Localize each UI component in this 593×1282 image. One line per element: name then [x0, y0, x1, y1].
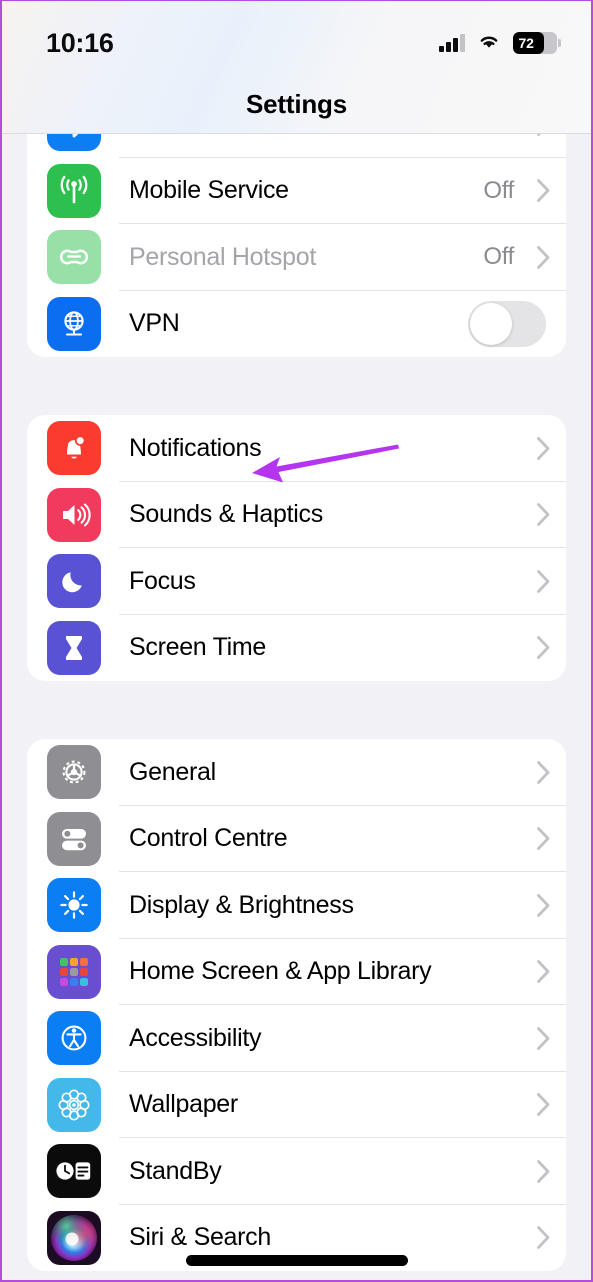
chevron-right-icon [526, 635, 560, 660]
settings-row-label: Screen Time [129, 633, 267, 662]
settings-row-label: Home Screen & App Library [129, 957, 432, 986]
settings-group-notifications: Notifications Sounds & Haptics Focus Scr… [27, 415, 566, 681]
general-gear-icon [47, 745, 101, 800]
settings-row-display-brightness[interactable]: Display & Brightness [27, 872, 566, 939]
home-screen-grid-icon [47, 944, 101, 999]
chevron-right-icon [526, 959, 560, 984]
settings-row-home-screen-app-library[interactable]: Home Screen & App Library [27, 939, 566, 1005]
chevron-right-icon [526, 760, 560, 785]
settings-row-standby[interactable]: StandBy [27, 1138, 566, 1205]
settings-group-connectivity: Bluetooth Not Connected [27, 134, 566, 357]
settings-row-label: VPN [129, 309, 180, 338]
settings-row-control-centre[interactable]: Control Centre [27, 806, 566, 872]
status-bar: 10:16 72 [2, 23, 591, 63]
settings-row-label: Sounds & Haptics [129, 500, 323, 529]
settings-row-general[interactable]: General [27, 739, 566, 806]
cellular-bars-icon [439, 34, 465, 52]
page-title: Settings [246, 89, 347, 119]
screen-time-hourglass-icon [47, 620, 101, 675]
settings-row-label: Control Centre [129, 824, 288, 853]
chevron-right-icon [526, 1092, 560, 1117]
vpn-toggle[interactable] [468, 300, 546, 347]
settings-row-label: Mobile Service [129, 176, 289, 205]
chevron-right-icon [526, 245, 560, 270]
chevron-right-icon [526, 436, 560, 461]
status-bar-clock: 10:16 [46, 27, 114, 58]
settings-row-label: Personal Hotspot [129, 242, 316, 271]
cellular-antenna-icon [47, 163, 101, 218]
status-bar-indicators: 72 [439, 32, 561, 55]
settings-row-screen-time[interactable]: Screen Time [27, 615, 566, 682]
wifi-icon [477, 32, 501, 55]
settings-row-sounds-haptics[interactable]: Sounds & Haptics [27, 482, 566, 548]
hotspot-link-icon [47, 230, 101, 285]
settings-row-detail: Off [483, 176, 514, 204]
chevron-right-icon [526, 826, 560, 851]
settings-row-notifications[interactable]: Notifications [27, 415, 566, 482]
chevron-right-icon [526, 1026, 560, 1051]
battery-percent-label: 72 [518, 35, 534, 51]
settings-row-label: Accessibility [129, 1023, 262, 1052]
chevron-right-icon [526, 134, 560, 137]
settings-row-label: StandBy [129, 1156, 222, 1185]
chevron-right-icon [526, 569, 560, 594]
chevron-right-icon [526, 1225, 560, 1250]
settings-row-wallpaper[interactable]: Wallpaper [27, 1072, 566, 1138]
chevron-right-icon [526, 178, 560, 203]
phone-screenshot-frame: 10:16 72 Settings Mobile Service Off Per… [0, 0, 593, 1282]
notifications-bell-icon [47, 421, 101, 476]
settings-list[interactable]: Bluetooth Not Connected [2, 134, 591, 1280]
battery-icon: 72 [512, 32, 561, 54]
settings-row-detail: Off [483, 243, 514, 271]
settings-group-system: General Control Centre Display & Brightn… [27, 739, 566, 1271]
settings-row-mobile-service[interactable]: Mobile Service Off [27, 158, 566, 224]
settings-row-label: Notifications [129, 433, 262, 462]
chevron-right-icon [526, 502, 560, 527]
settings-row-focus[interactable]: Focus [27, 548, 566, 615]
chevron-right-icon [526, 1159, 560, 1184]
settings-row-accessibility[interactable]: Accessibility [27, 1005, 566, 1072]
chevron-right-icon [526, 893, 560, 918]
sounds-speaker-icon [47, 487, 101, 542]
standby-clock-widget-icon [47, 1144, 101, 1199]
settings-row-label: Focus [129, 566, 196, 595]
focus-moon-icon [47, 554, 101, 609]
home-indicator[interactable] [185, 1255, 408, 1266]
navigation-header: 10:16 72 Settings [2, 1, 591, 134]
settings-row-label: Siri & Search [129, 1223, 271, 1252]
settings-row-detail: Not Connected [358, 134, 515, 138]
settings-row-label: Bluetooth [129, 134, 358, 139]
settings-row-personal-hotspot[interactable]: Personal Hotspot Off [27, 224, 566, 291]
control-centre-toggles-icon [47, 811, 101, 866]
settings-row-vpn[interactable]: VPN [27, 291, 566, 358]
settings-row-label: Wallpaper [129, 1090, 238, 1119]
settings-row-label: General [129, 757, 216, 786]
display-brightness-sun-icon [47, 878, 101, 933]
vpn-globe-icon [47, 296, 101, 351]
settings-row-label: Display & Brightness [129, 890, 354, 919]
siri-orb-icon [47, 1210, 101, 1265]
settings-row-bluetooth[interactable]: Bluetooth Not Connected [27, 134, 566, 158]
bluetooth-icon [47, 134, 101, 152]
accessibility-person-icon [47, 1011, 101, 1066]
wallpaper-flower-icon [47, 1077, 101, 1132]
